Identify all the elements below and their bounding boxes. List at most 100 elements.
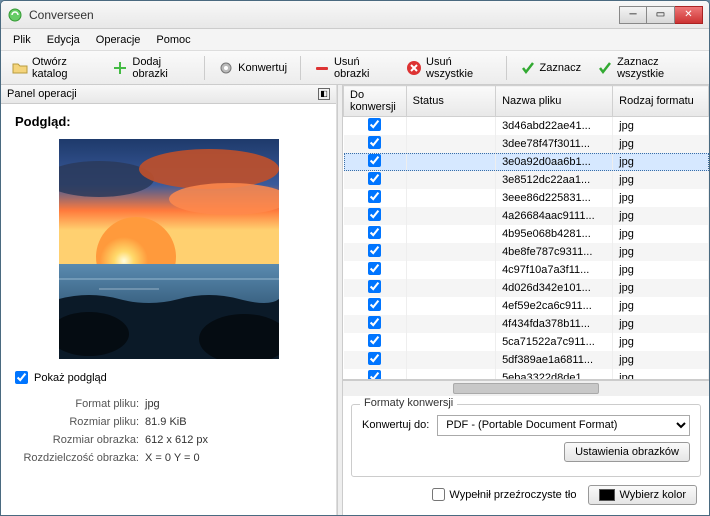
col-convert[interactable]: Do konwersji bbox=[344, 86, 407, 117]
row-status bbox=[406, 297, 495, 315]
row-checkbox[interactable] bbox=[368, 298, 381, 311]
close-button[interactable]: ✕ bbox=[675, 6, 703, 24]
row-format: jpg bbox=[613, 333, 709, 351]
row-format: jpg bbox=[613, 243, 709, 261]
row-status bbox=[406, 243, 495, 261]
table-row[interactable]: 4d026d342e101...jpg bbox=[344, 279, 709, 297]
convert-button[interactable]: Konwertuj bbox=[211, 56, 294, 80]
row-format: jpg bbox=[613, 117, 709, 136]
file-size: 81.9 KiB bbox=[145, 416, 322, 428]
table-row[interactable]: 3e0a92d0aa6b1...jpg bbox=[344, 153, 709, 171]
titlebar[interactable]: Converseen ─ ▭ ✕ bbox=[1, 1, 709, 29]
row-checkbox[interactable] bbox=[368, 208, 381, 221]
row-status bbox=[406, 333, 495, 351]
row-status bbox=[406, 279, 495, 297]
row-filename: 4b95e068b4281... bbox=[496, 225, 613, 243]
window-title: Converseen bbox=[29, 8, 619, 22]
show-preview-checkbox[interactable]: Pokaż podgląd bbox=[15, 371, 322, 384]
table-row[interactable]: 5ca71522a7c911...jpg bbox=[344, 333, 709, 351]
add-images-button[interactable]: Dodaj obrazki bbox=[105, 52, 198, 84]
minus-icon bbox=[314, 60, 330, 76]
menu-operations[interactable]: Operacje bbox=[88, 32, 149, 48]
row-format: jpg bbox=[613, 135, 709, 153]
row-checkbox[interactable] bbox=[368, 334, 381, 347]
row-status bbox=[406, 189, 495, 207]
row-checkbox[interactable] bbox=[368, 370, 381, 380]
remove-all-button[interactable]: Usuń wszystkie bbox=[399, 52, 500, 84]
table-row[interactable]: 4ef59e2ca6c911...jpg bbox=[344, 297, 709, 315]
row-checkbox[interactable] bbox=[368, 118, 381, 131]
table-row[interactable]: 4a26684aac9111...jpg bbox=[344, 207, 709, 225]
row-checkbox[interactable] bbox=[368, 172, 381, 185]
image-settings-button[interactable]: Ustawienia obrazków bbox=[564, 442, 690, 462]
menu-file[interactable]: Plik bbox=[5, 32, 39, 48]
image-resolution: X = 0 Y = 0 bbox=[145, 452, 322, 464]
row-filename: 4d026d342e101... bbox=[496, 279, 613, 297]
col-format[interactable]: Rodzaj formatu bbox=[613, 86, 709, 117]
format-select[interactable]: PDF - (Portable Document Format) bbox=[437, 415, 690, 436]
select-all-button[interactable]: Zaznacz wszystkie bbox=[590, 52, 705, 84]
row-checkbox[interactable] bbox=[368, 226, 381, 239]
row-format: jpg bbox=[613, 279, 709, 297]
row-status bbox=[406, 261, 495, 279]
row-format: jpg bbox=[613, 207, 709, 225]
row-checkbox[interactable] bbox=[368, 190, 381, 203]
minimize-button[interactable]: ─ bbox=[619, 6, 647, 24]
row-checkbox[interactable] bbox=[368, 352, 381, 365]
row-checkbox[interactable] bbox=[368, 136, 381, 149]
row-status bbox=[406, 351, 495, 369]
col-filename[interactable]: Nazwa pliku bbox=[496, 86, 613, 117]
row-status bbox=[406, 117, 495, 136]
table-row[interactable]: 3e8512dc22aa1...jpg bbox=[344, 171, 709, 189]
fill-transparent-checkbox[interactable]: Wypełnił przeźroczyste tło bbox=[432, 488, 576, 501]
check-icon bbox=[597, 60, 613, 76]
file-table[interactable]: Do konwersji Status Nazwa pliku Rodzaj f… bbox=[343, 85, 709, 380]
menubar: Plik Edycja Operacje Pomoc bbox=[1, 29, 709, 51]
select-button[interactable]: Zaznacz bbox=[513, 56, 589, 80]
row-filename: 4f434fda378b11... bbox=[496, 315, 613, 333]
table-row[interactable]: 3d46abd22ae41...jpg bbox=[344, 117, 709, 136]
row-checkbox[interactable] bbox=[368, 316, 381, 329]
gear-icon bbox=[218, 60, 234, 76]
open-folder-button[interactable]: Otwórz katalog bbox=[5, 52, 103, 84]
row-filename: 3dee78f47f3011... bbox=[496, 135, 613, 153]
app-icon bbox=[7, 7, 23, 23]
row-filename: 3e0a92d0aa6b1... bbox=[496, 153, 613, 171]
folder-icon bbox=[12, 60, 28, 76]
choose-color-button[interactable]: Wybierz kolor bbox=[588, 485, 697, 505]
row-filename: 5ca71522a7c911... bbox=[496, 333, 613, 351]
col-status[interactable]: Status bbox=[406, 86, 495, 117]
table-row[interactable]: 4be8fe787c9311...jpg bbox=[344, 243, 709, 261]
row-filename: 5df389ae1a6811... bbox=[496, 351, 613, 369]
row-checkbox[interactable] bbox=[368, 262, 381, 275]
row-checkbox[interactable] bbox=[368, 244, 381, 257]
row-checkbox[interactable] bbox=[368, 154, 381, 167]
table-row[interactable]: 4f434fda378b11...jpg bbox=[344, 315, 709, 333]
plus-icon bbox=[112, 60, 128, 76]
x-circle-icon bbox=[406, 60, 422, 76]
color-swatch bbox=[599, 489, 615, 501]
row-format: jpg bbox=[613, 315, 709, 333]
row-filename: 4c97f10a7a3f11... bbox=[496, 261, 613, 279]
check-icon bbox=[520, 60, 536, 76]
file-info: Format pliku:jpg Rozmiar pliku:81.9 KiB … bbox=[15, 398, 322, 464]
remove-images-button[interactable]: Usuń obrazki bbox=[307, 52, 397, 84]
table-row[interactable]: 5eba3322d8de1...jpg bbox=[344, 369, 709, 380]
maximize-button[interactable]: ▭ bbox=[647, 6, 675, 24]
row-status bbox=[406, 225, 495, 243]
separator bbox=[204, 56, 205, 80]
table-row[interactable]: 5df389ae1a6811...jpg bbox=[344, 351, 709, 369]
formats-group: Formaty konwersji Konwertuj do: PDF - (P… bbox=[351, 404, 701, 477]
table-row[interactable]: 3eee86d225831...jpg bbox=[344, 189, 709, 207]
undock-icon[interactable]: ◧ bbox=[318, 88, 330, 100]
table-row[interactable]: 4b95e068b4281...jpg bbox=[344, 225, 709, 243]
row-format: jpg bbox=[613, 153, 709, 171]
menu-help[interactable]: Pomoc bbox=[148, 32, 198, 48]
row-checkbox[interactable] bbox=[368, 280, 381, 293]
menu-edit[interactable]: Edycja bbox=[39, 32, 88, 48]
row-status bbox=[406, 315, 495, 333]
horizontal-scrollbar[interactable] bbox=[343, 380, 709, 396]
row-status bbox=[406, 153, 495, 171]
table-row[interactable]: 4c97f10a7a3f11...jpg bbox=[344, 261, 709, 279]
table-row[interactable]: 3dee78f47f3011...jpg bbox=[344, 135, 709, 153]
